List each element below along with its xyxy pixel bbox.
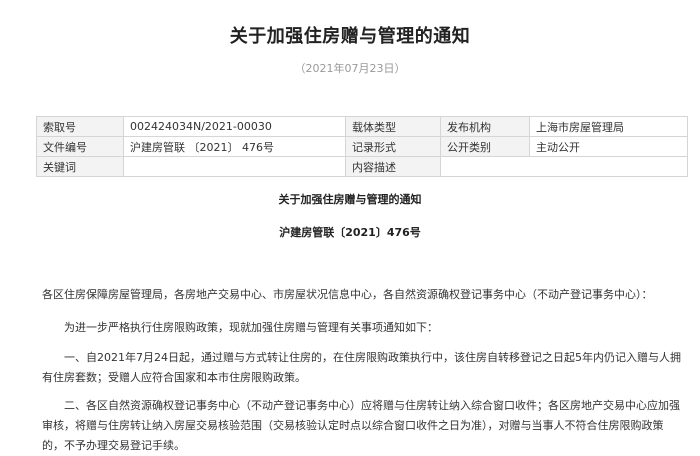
metadata-label-file-number: 文件编号: [36, 136, 124, 157]
document-title: 关于加强住房赠与管理的通知: [278, 193, 422, 206]
metadata-label-content-description: 内容描述: [345, 156, 441, 177]
metadata-label-publisher: 发布机构: [440, 116, 530, 137]
metadata-value-file-number: 沪建房管联 〔2021〕 476号: [123, 136, 346, 157]
intro-paragraph: 为进一步严格执行住房限购政策，现就加强住房赠与管理有关事项通知如下：: [64, 321, 438, 334]
item-one-paragraph: 一、自2021年7月24日起，通过赠与方式转让住房的，在住房限购政策执行中，该住…: [42, 351, 681, 384]
metadata-row: 文件编号 沪建房管联 〔2021〕 476号 记录形式 公开类别 主动公开: [36, 136, 688, 157]
page-title: 关于加强住房赠与管理的通知: [229, 26, 471, 47]
metadata-row: 关键词 内容描述: [36, 156, 688, 177]
metadata-value-publisher: 上海市房屋管理局: [529, 116, 688, 137]
metadata-label-record-form: 记录形式: [345, 136, 441, 157]
document-metadata-table: 索取号 002424034N/2021-00030 载体类型 发布机构 上海市房…: [36, 116, 688, 177]
metadata-row: 索取号 002424034N/2021-00030 载体类型 发布机构 上海市房…: [36, 116, 688, 137]
metadata-value-keywords: [123, 156, 346, 177]
salutation-paragraph: 各区住房保障房屋管理局，各房地产交易中心、市房屋状况信息中心，各自然资源确权登记…: [42, 288, 653, 301]
item-two-paragraph: 二、各区自然资源确权登记事务中心（不动产登记事务中心）应将赠与住房转让纳入综合窗…: [42, 399, 680, 452]
metadata-label-disclosure-category: 公开类别: [440, 136, 530, 157]
metadata-value-index-no: 002424034N/2021-00030: [123, 116, 346, 137]
document-number: 沪建房管联〔2021〕476号: [279, 226, 421, 239]
metadata-label-index-no: 索取号: [36, 116, 124, 137]
metadata-label-carrier-type: 载体类型: [345, 116, 441, 137]
metadata-label-keywords: 关键词: [36, 156, 124, 177]
publish-date: （2021年07月23日）: [294, 62, 406, 75]
metadata-value-disclosure-category: 主动公开: [529, 136, 688, 157]
metadata-value-content-description: [440, 156, 688, 177]
